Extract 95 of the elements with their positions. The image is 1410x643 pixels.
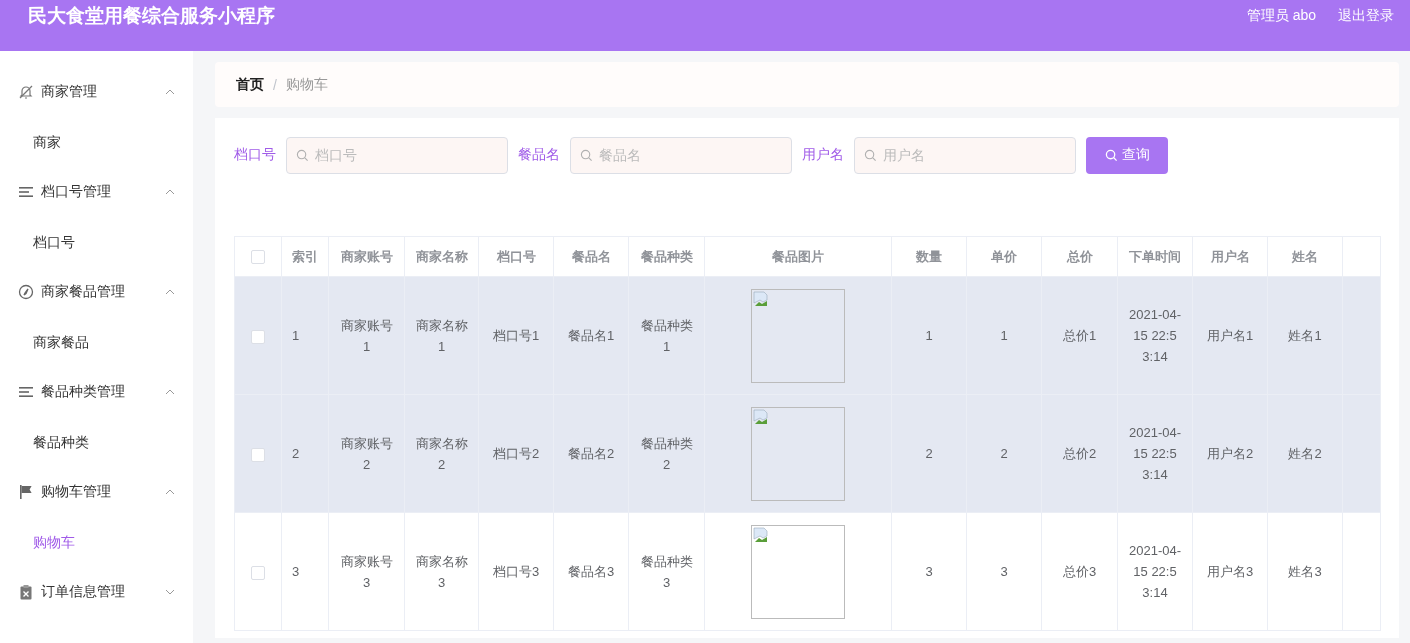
row-checkbox[interactable] [251,565,265,580]
table-cell: 2021-04-15 22:53:14 [1128,307,1181,364]
table-cell: 档口号2 [492,446,540,461]
search-field[interactable]: 餐品名 [570,136,792,174]
breadcrumb-separator: / [273,76,277,93]
broken-image-icon [753,290,769,307]
table-cell: 姓名1 [1288,328,1322,343]
menu-item[interactable]: 商家餐品 [0,317,193,367]
broken-image-icon [753,526,769,543]
menu-item[interactable]: 商家 [0,117,193,167]
table-cell: 餐品种类3 [640,553,693,590]
table-cell: 3 [1000,564,1008,579]
table-cell: 餐品名3 [567,564,615,579]
menu-group[interactable]: 档口号管理 [0,167,193,217]
table-cell: 用户名2 [1206,446,1254,461]
table-cell: 用户名3 [1206,564,1254,579]
table-cell: 商家名称2 [415,435,468,472]
column-header: 姓名 [1267,236,1343,277]
table-cell: 姓名3 [1288,564,1322,579]
menu-group[interactable]: 购物车管理 [0,467,193,517]
chevron-icon [165,289,175,295]
table-cell: 商家名称3 [415,553,468,590]
column-header: 餐品图片 [704,236,892,277]
table-cell: 商家名称1 [415,317,468,354]
breadcrumb-link[interactable]: 首页 [236,75,264,94]
column-header: 数量 [891,236,967,277]
clipboard-icon [18,584,34,600]
chevron-icon [165,89,175,95]
table-cell: 总价2 [1062,446,1097,461]
menu-group[interactable]: 餐品种类管理 [0,367,193,417]
table-cell: 餐品种类1 [640,317,693,354]
app-title: 民大食堂用餐综合服务小程序 [28,4,275,28]
table-cell: 餐品名2 [567,446,615,461]
table-cell: 餐品种类2 [640,435,693,472]
column-header: 餐品种类 [628,236,705,277]
search-icon [864,148,877,162]
list-icon [18,184,34,200]
table-cell: 2 [292,446,300,461]
chevron-icon [165,589,175,595]
table-cell: 姓名2 [1288,446,1322,461]
table-cell: 商家账号3 [340,553,393,590]
table-cell: 总价1 [1062,328,1097,343]
table-cell: 2021-04-15 22:53:14 [1128,425,1181,482]
table-row[interactable]: 1 商家账号1 商家名称1 档口号1 餐品名1 餐品种类1 1 1 总价1 2021-04-15 22:53:14 用户名1 姓名1 [234,276,1381,395]
chevron-icon [165,389,175,395]
column-header: 下单时间 [1117,236,1193,277]
search-icon [580,148,593,162]
row-checkbox[interactable] [251,447,265,462]
search-icon [296,148,309,162]
menu-group[interactable]: 订单信息管理 [0,567,193,617]
bell-off-icon [18,84,34,100]
menu-group[interactable]: 商家管理 [0,67,193,117]
column-header: 单价 [966,236,1042,277]
chevron-icon [165,189,175,195]
table-cell: 3 [292,564,300,579]
column-header: 档口号 [478,236,554,277]
column-header: 总价 [1041,236,1118,277]
chevron-icon [165,489,175,495]
table-row[interactable]: 3 商家账号3 商家名称3 档口号3 餐品名3 餐品种类3 3 3 总价3 2021-04-15 22:53:14 用户名3 姓名3 [234,512,1381,631]
table-row[interactable]: 2 商家账号2 商家名称2 档口号2 餐品名2 餐品种类2 2 2 总价2 2021-04-15 22:53:14 用户名2 姓名2 [234,394,1381,513]
menu-item[interactable]: 餐品种类 [0,417,193,467]
table-cell: 商家账号2 [340,435,393,472]
table-cell: 餐品名1 [567,328,615,343]
broken-image-icon [753,408,769,425]
list-icon [18,384,34,400]
select-all-checkbox[interactable] [251,250,265,265]
column-header: 索引 [281,236,329,277]
column-header: 餐品名 [553,236,629,277]
table-cell: 1 [292,328,300,343]
column-header: 商家账号 [328,236,405,277]
column-header: 商家名称 [404,236,479,277]
table-cell: 2021-04-15 22:53:14 [1128,543,1181,600]
compass-icon [18,284,34,300]
menu-item[interactable]: 购物车 [0,517,193,567]
table-cell: 商家账号1 [340,317,393,354]
column-header: 用户名 [1192,236,1268,277]
field-label: 档口号 [234,146,276,164]
table-cell: 3 [925,564,933,579]
table-cell: 2 [1000,446,1008,461]
search-icon [1104,148,1118,162]
field-label: 餐品名 [518,146,560,164]
menu-group[interactable]: 商家餐品管理 [0,267,193,317]
table-cell: 总价3 [1062,564,1097,579]
table-cell: 用户名1 [1206,328,1254,343]
flag-icon [18,484,34,500]
table-cell: 档口号3 [492,564,540,579]
row-checkbox[interactable] [251,329,265,344]
user-name: 管理员 abo [1246,7,1316,25]
field-label: 用户名 [802,146,844,164]
table-cell: 2 [925,446,933,461]
table-cell: 档口号1 [492,328,540,343]
menu-item[interactable]: 档口号 [0,217,193,267]
table-cell: 1 [925,328,933,343]
table-cell: 1 [1000,328,1008,343]
search-field[interactable]: 用户名 [854,136,1076,174]
